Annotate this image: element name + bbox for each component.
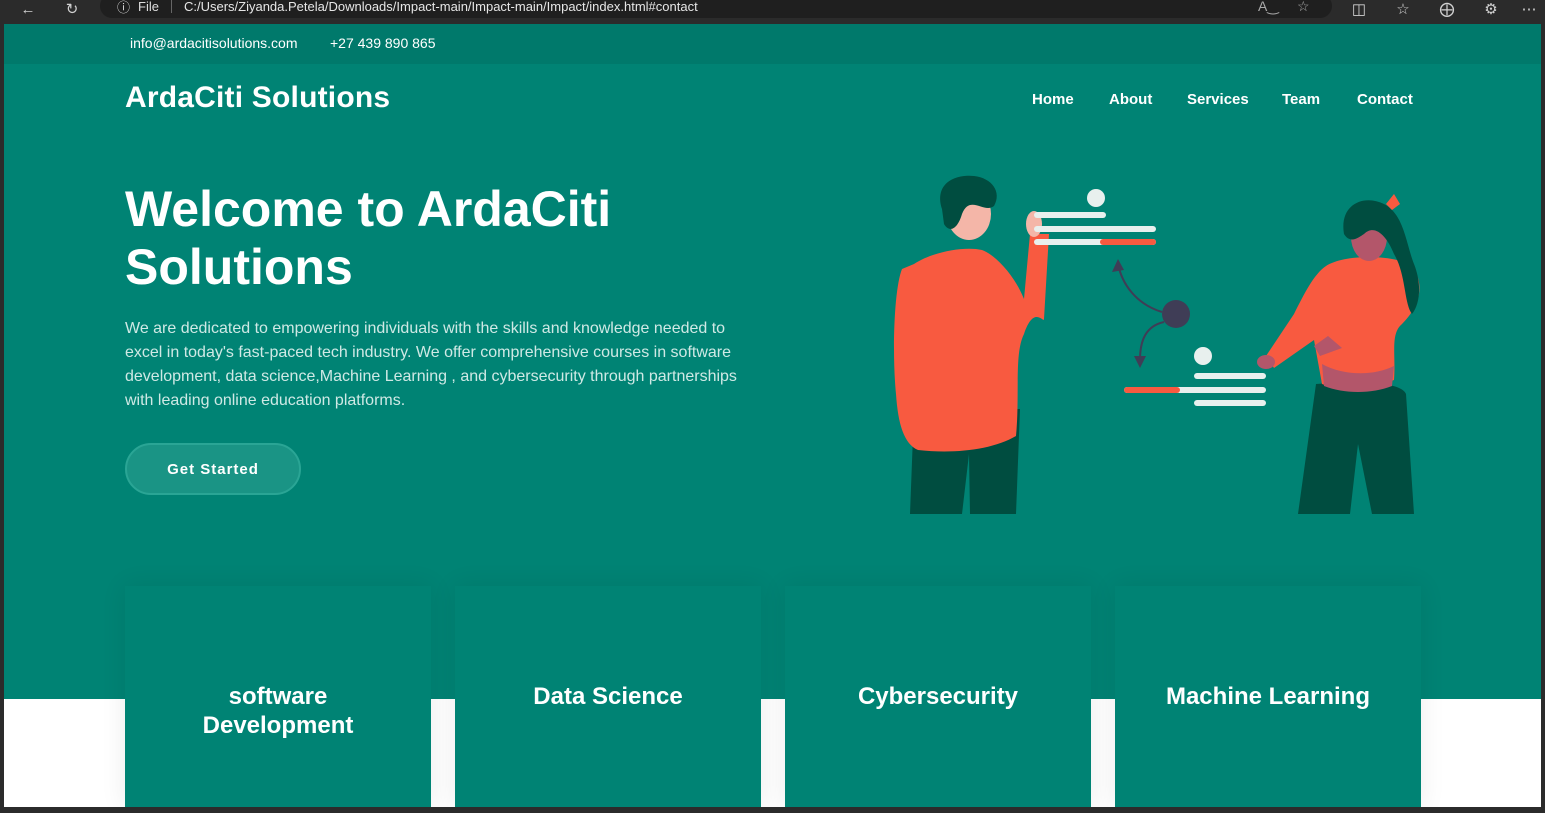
top-progress-widget xyxy=(1034,189,1156,245)
service-card-title: software Development xyxy=(202,683,354,739)
address-separator xyxy=(170,0,172,13)
service-card-data-science[interactable]: Data Science xyxy=(455,586,761,807)
read-aloud-icon[interactable]: A‿ xyxy=(1258,0,1279,15)
nav-services[interactable]: Services xyxy=(1187,91,1249,108)
service-card-title: Cybersecurity xyxy=(857,683,1019,710)
topbar: info@ardacitisolutions.com +27 439 890 8… xyxy=(4,24,1541,64)
back-icon[interactable]: ← xyxy=(14,0,42,18)
left-person-figure xyxy=(894,175,1049,514)
favorites-icon[interactable]: ☆ xyxy=(1390,0,1416,18)
service-card-software-development[interactable]: software Development xyxy=(125,586,431,807)
favorite-star-icon[interactable]: ☆ xyxy=(1297,0,1310,15)
more-icon[interactable]: ⋯ xyxy=(1516,0,1542,18)
info-icon[interactable]: ⓘ xyxy=(117,0,130,16)
topbar-email[interactable]: info@ardacitisolutions.com xyxy=(130,35,298,51)
service-card-title: Machine Learning xyxy=(1165,683,1371,710)
right-person-figure xyxy=(1257,194,1420,514)
extensions-icon[interactable]: ⚙ xyxy=(1478,0,1504,18)
nav-about[interactable]: About xyxy=(1109,91,1152,108)
url-text[interactable]: C:/Users/Ziyanda.Petela/Downloads/Impact… xyxy=(184,0,698,14)
service-card-title: Data Science xyxy=(533,683,683,710)
page-viewport: info@ardacitisolutions.com +27 439 890 8… xyxy=(4,24,1541,807)
get-started-button[interactable]: Get Started xyxy=(125,443,301,495)
hero-description: We are dedicated to empowering individua… xyxy=(125,320,737,409)
file-label: File xyxy=(138,0,159,14)
service-card-machine-learning[interactable]: Machine Learning xyxy=(1115,586,1421,807)
connector-node xyxy=(1112,259,1190,368)
split-screen-icon[interactable]: ◫ xyxy=(1346,0,1372,18)
bottom-progress-widget xyxy=(1124,347,1266,406)
nav-contact[interactable]: Contact xyxy=(1357,91,1413,108)
collections-icon[interactable]: ⨁ xyxy=(1434,0,1460,18)
hero-title: Welcome to ArdaCiti Solutions xyxy=(125,181,612,295)
address-bar[interactable]: ⓘ File C:/Users/Ziyanda.Petela/Downloads… xyxy=(100,0,1332,18)
site-logo[interactable]: ArdaCiti Solutions xyxy=(125,81,390,115)
topbar-phone[interactable]: +27 439 890 865 xyxy=(330,35,436,51)
browser-chrome: ← ↻ ⓘ File C:/Users/Ziyanda.Petela/Downl… xyxy=(0,0,1545,20)
hero-illustration xyxy=(894,175,1420,514)
nav-home[interactable]: Home xyxy=(1032,91,1074,108)
nav-team[interactable]: Team xyxy=(1282,91,1320,108)
window-bottom-edge xyxy=(0,807,1545,813)
refresh-icon[interactable]: ↻ xyxy=(58,0,86,18)
service-card-cybersecurity[interactable]: Cybersecurity xyxy=(785,586,1091,807)
